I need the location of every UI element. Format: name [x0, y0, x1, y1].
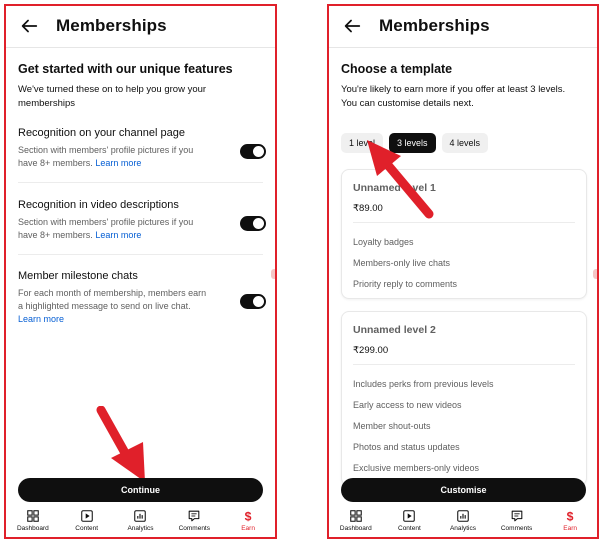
divider [353, 364, 575, 365]
perk-item: Exclusive members-only videos [353, 463, 480, 473]
page-title: Memberships [379, 16, 490, 35]
perk-item: Includes perks from previous levels [353, 379, 494, 389]
app-bar: Memberships [329, 6, 597, 48]
level-title: Unnamed level 2 [353, 324, 436, 336]
section-heading: Get started with our unique features [18, 62, 233, 76]
bottom-nav: Dashboard Content Analytics Comments $ E… [329, 505, 597, 537]
feature-video-descriptions: Recognition in video descriptions Sectio… [18, 199, 266, 242]
annotation-arrow-icon [367, 140, 434, 219]
perk-item: Member shout-outs [353, 421, 431, 431]
feature-channel-page: Recognition on your channel page Section… [18, 127, 266, 170]
page-title: Memberships [56, 16, 167, 35]
toggle-switch[interactable] [240, 294, 266, 309]
comments-icon [511, 510, 522, 522]
app-bar: Memberships [6, 6, 275, 48]
divider [18, 182, 263, 183]
perk-item: Early access to new videos [353, 400, 462, 410]
bottom-nav: Dashboard Content Analytics Comments $ E… [6, 505, 275, 537]
feature-milestone-chats: Member milestone chats For each month of… [18, 270, 266, 326]
divider [353, 222, 575, 223]
back-arrow-icon[interactable] [18, 15, 40, 37]
analytics-icon [457, 510, 469, 522]
scroll-indicator [593, 269, 597, 279]
level-card-2[interactable]: Unnamed level 2 ₹299.00 Includes perks f… [341, 311, 587, 486]
perk-item: Priority reply to comments [353, 279, 458, 289]
dashboard-icon [27, 510, 39, 522]
nav-comments[interactable]: Comments [492, 509, 542, 532]
perk-item: Photos and status updates [353, 442, 460, 452]
back-arrow-icon[interactable] [341, 15, 363, 37]
perk-item: Members-only live chats [353, 258, 451, 268]
section-subheading: You're likely to earn more if you offer … [341, 84, 566, 109]
level-price: ₹299.00 [353, 345, 389, 356]
nav-dashboard[interactable]: Dashboard [331, 509, 381, 532]
content-icon [403, 510, 416, 522]
svg-text:$: $ [245, 509, 252, 523]
section-subheading: We've turned these on to help you grow y… [18, 84, 207, 109]
content-icon [80, 510, 93, 522]
chip-4-levels[interactable]: 4 levels [441, 133, 489, 153]
perk-item: Loyalty badges [353, 237, 414, 247]
annotation-arrow-icon [96, 406, 145, 482]
nav-dashboard[interactable]: Dashboard [8, 509, 58, 532]
earn-icon: $ [567, 509, 574, 523]
divider [18, 254, 263, 255]
nav-earn[interactable]: $ Earn [223, 509, 273, 532]
comments-icon [188, 510, 200, 522]
nav-analytics[interactable]: Analytics [438, 509, 488, 532]
toggle-switch[interactable] [240, 144, 266, 159]
nav-content[interactable]: Content [384, 509, 434, 532]
dashboard-icon [350, 510, 362, 522]
scroll-indicator [271, 269, 275, 279]
learn-more-link[interactable]: Learn more [95, 230, 141, 240]
analytics-icon [134, 510, 147, 522]
nav-content[interactable]: Content [62, 509, 112, 532]
left-screen: Memberships Get started with our unique … [4, 4, 277, 539]
toggle-switch[interactable] [240, 216, 266, 231]
nav-comments[interactable]: Comments [169, 509, 219, 532]
learn-more-link[interactable]: Learn more [95, 158, 141, 168]
customise-button[interactable]: Customise [341, 478, 586, 502]
learn-more-link[interactable]: Learn more [18, 313, 233, 326]
right-screen: Memberships Choose a template You're lik… [327, 4, 599, 539]
nav-analytics[interactable]: Analytics [115, 509, 165, 532]
nav-earn[interactable]: $ Earn [545, 509, 595, 532]
section-heading: Choose a template [341, 62, 453, 76]
svg-text:$: $ [567, 509, 574, 523]
earn-icon: $ [245, 509, 252, 523]
continue-button[interactable]: Continue [18, 478, 263, 502]
